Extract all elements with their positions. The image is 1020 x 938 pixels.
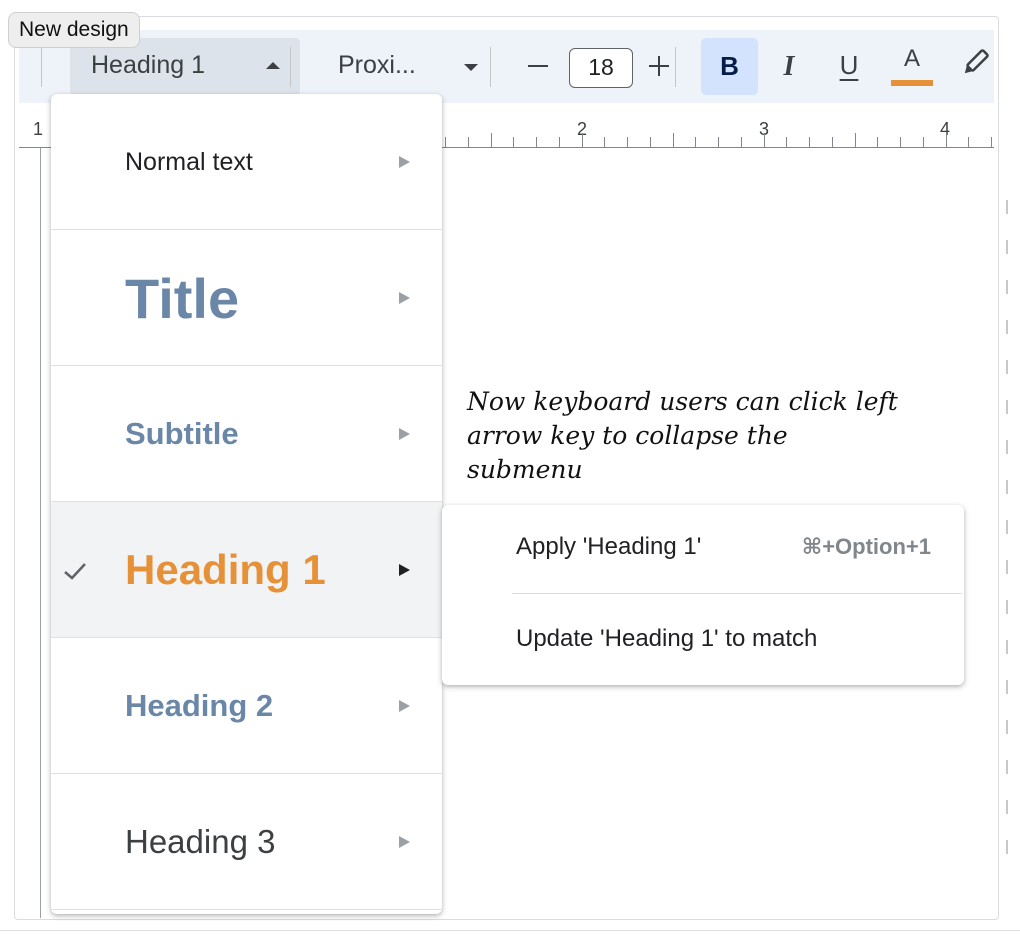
ruler-tick	[809, 137, 810, 147]
ruler-tick	[536, 137, 537, 147]
checkmark-icon	[64, 563, 86, 580]
ruler-tick	[718, 137, 719, 147]
caret-down-icon	[464, 64, 478, 71]
ruler-tick	[831, 137, 833, 147]
toolbar-separator	[490, 47, 491, 87]
heading-1-submenu: Apply 'Heading 1' ⌘+Option+1 Update 'Hea…	[442, 505, 964, 685]
ruler-tick	[627, 137, 628, 147]
menu-item-label: Subtitle	[125, 416, 239, 451]
font-size-input[interactable]: 18	[569, 48, 633, 88]
ruler-tick	[922, 137, 924, 147]
menu-item-subtitle[interactable]: Subtitle	[51, 366, 442, 502]
submenu-divider	[512, 593, 962, 594]
ruler-tick	[854, 133, 856, 147]
menu-item-label: Heading 3	[125, 823, 276, 860]
decrease-font-size-button[interactable]	[524, 50, 554, 80]
paragraph-style-value: Heading 1	[91, 51, 205, 79]
left-margin-guide	[40, 148, 41, 918]
menu-item-normal-text[interactable]: Normal text	[51, 94, 442, 230]
ruler-number: 1	[33, 119, 44, 139]
caret-up-icon	[266, 62, 280, 69]
new-design-badge: New design	[8, 12, 140, 48]
ruler-tick	[672, 133, 674, 147]
submenu-arrow-icon	[399, 156, 410, 168]
ruler-tick	[558, 137, 560, 147]
ruler-tick	[877, 137, 879, 147]
ruler-tick	[467, 137, 469, 147]
menu-item-title[interactable]: Title	[51, 230, 442, 366]
update-heading-1-item[interactable]: Update 'Heading 1' to match	[442, 597, 964, 685]
menu-item-label: Heading 1	[125, 546, 326, 593]
apply-heading-1-item[interactable]: Apply 'Heading 1' ⌘+Option+1	[442, 505, 964, 593]
font-family-dropdown[interactable]: Proxi...	[319, 38, 494, 95]
menu-divider	[51, 909, 442, 910]
menu-item-label: Title	[125, 266, 240, 330]
page-bottom-border	[0, 930, 1020, 931]
keyboard-shortcut: ⌘+Option+1	[801, 534, 931, 559]
formatting-toolbar: Heading 1 Proxi... 18 B I U A	[19, 30, 994, 103]
toolbar-separator	[41, 47, 42, 87]
apply-heading-1-label: Apply 'Heading 1'	[516, 533, 702, 560]
submenu-arrow-icon	[399, 292, 410, 304]
ruler-tick	[945, 133, 947, 147]
toolbar-separator	[675, 47, 676, 87]
ruler-tick	[968, 137, 970, 147]
ruler-tick	[695, 137, 697, 147]
menu-item-heading-1[interactable]: Heading 1	[51, 502, 442, 638]
scrollbar-track[interactable]	[1004, 0, 1020, 938]
ruler-tick	[740, 137, 742, 147]
menu-item-heading-2[interactable]: Heading 2	[51, 638, 442, 774]
ruler-tick	[445, 137, 446, 147]
submenu-arrow-icon	[399, 836, 410, 848]
ruler-tick	[581, 133, 583, 147]
text-color-button[interactable]: A	[887, 38, 937, 95]
submenu-arrow-icon	[399, 700, 410, 712]
increase-font-size-button[interactable]	[645, 50, 675, 80]
menu-item-label: Heading 2	[125, 688, 274, 723]
menu-item-heading-3[interactable]: Heading 3	[51, 774, 442, 910]
italic-button[interactable]: I	[767, 38, 811, 95]
ruler-tick	[490, 133, 492, 147]
ruler-tick	[786, 137, 788, 147]
text-color-swatch	[891, 80, 933, 86]
toolbar-separator	[290, 47, 291, 87]
ruler-tick	[604, 137, 606, 147]
ruler-tick	[513, 137, 515, 147]
update-heading-1-label: Update 'Heading 1' to match	[516, 625, 818, 652]
highlight-pen-icon[interactable]	[954, 44, 994, 84]
paragraph-style-menu: Normal text Title Subtitle Heading 1 Hea…	[51, 94, 442, 914]
text-color-glyph: A	[903, 45, 920, 72]
underline-button[interactable]: U	[827, 38, 871, 95]
handwritten-annotation: Now keyboard users can click left arrow …	[467, 387, 898, 484]
ruler-tick	[763, 133, 765, 147]
submenu-arrow-icon	[399, 564, 410, 576]
ruler-tick	[649, 137, 651, 147]
submenu-arrow-icon	[399, 428, 410, 440]
ruler-tick	[991, 137, 992, 147]
ruler-tick	[900, 137, 901, 147]
bold-button[interactable]: B	[701, 38, 758, 95]
menu-item-label: Normal text	[125, 147, 253, 176]
font-family-value: Proxi...	[338, 51, 416, 79]
